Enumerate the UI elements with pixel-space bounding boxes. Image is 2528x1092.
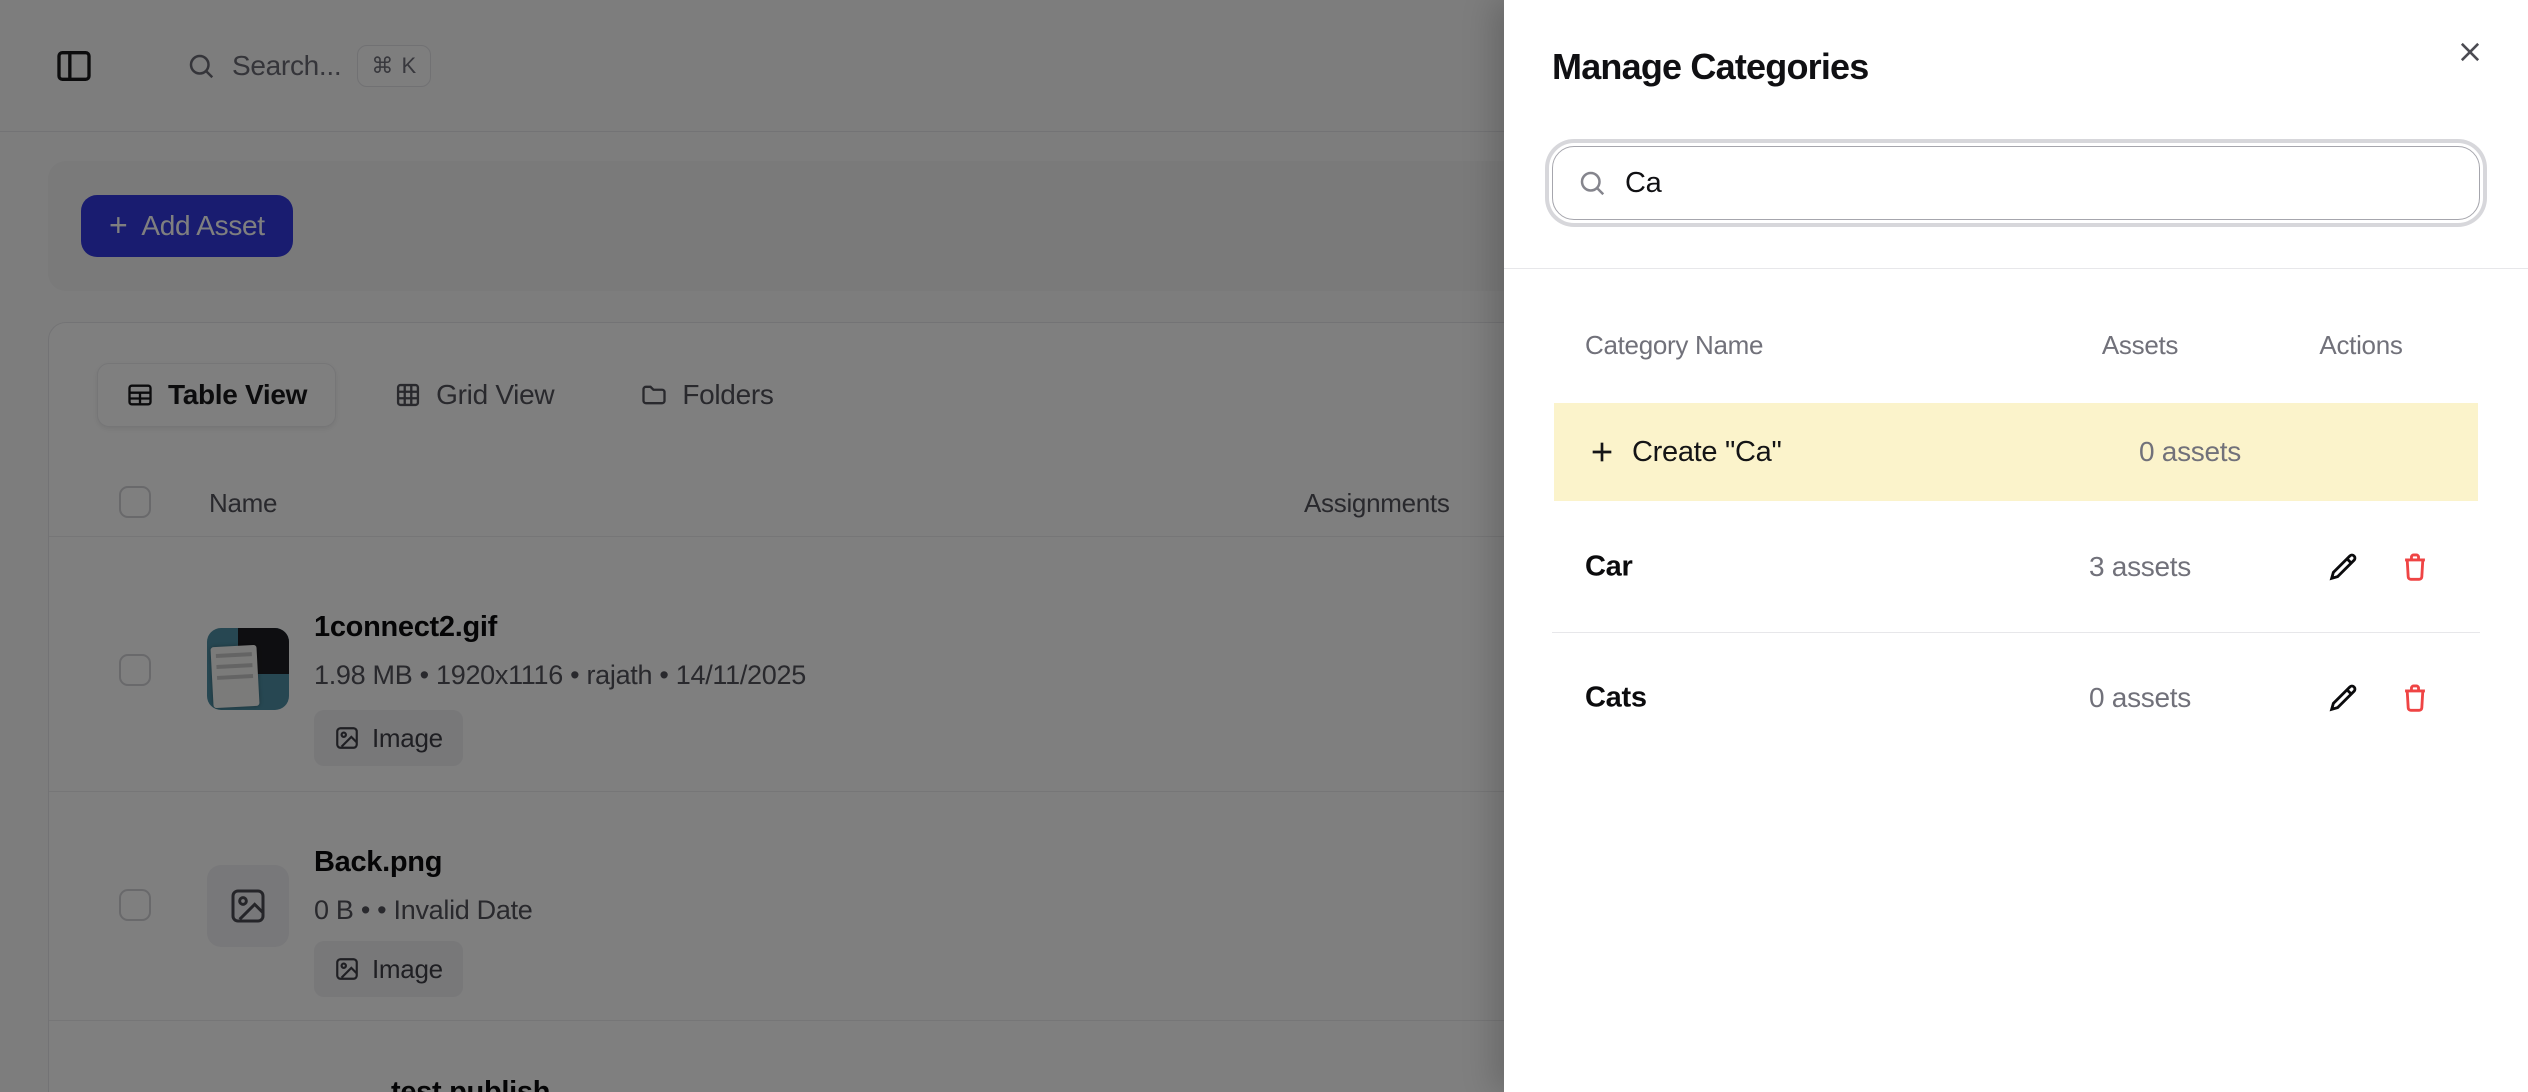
column-actions: Actions — [2281, 330, 2441, 361]
create-category-row[interactable]: Create "Ca" 0 assets — [1554, 403, 2478, 501]
category-name: Car — [1585, 550, 1632, 583]
category-search-box[interactable] — [1552, 146, 2480, 220]
edit-category-button[interactable] — [2319, 674, 2367, 722]
column-category-name: Category Name — [1585, 330, 1763, 361]
category-row: Car 3 assets — [1504, 501, 2528, 632]
trash-icon — [2398, 550, 2432, 584]
category-assets-count: 0 assets — [2060, 682, 2220, 714]
pencil-icon — [2326, 550, 2360, 584]
pencil-icon — [2326, 681, 2360, 715]
search-icon — [1577, 168, 1607, 198]
delete-category-button[interactable] — [2391, 543, 2439, 591]
category-row: Cats 0 assets — [1504, 632, 2528, 763]
delete-category-button[interactable] — [2391, 674, 2439, 722]
edit-category-button[interactable] — [2319, 543, 2367, 591]
create-category-assets: 0 assets — [2110, 436, 2270, 468]
create-category-label: Create "Ca" — [1632, 436, 1781, 469]
column-assets: Assets — [2060, 330, 2220, 361]
close-button[interactable] — [2448, 30, 2492, 74]
category-table-header: Category Name Assets Actions — [1504, 330, 2528, 370]
divider — [1504, 268, 2528, 269]
category-search-input[interactable] — [1625, 167, 2455, 200]
manage-categories-drawer: Manage Categories Category Name Assets A… — [1504, 0, 2528, 1092]
category-assets-count: 3 assets — [2060, 551, 2220, 583]
category-name: Cats — [1585, 681, 1647, 714]
trash-icon — [2398, 681, 2432, 715]
plus-icon — [1586, 436, 1618, 468]
close-icon — [2456, 38, 2484, 66]
drawer-title: Manage Categories — [1552, 46, 1869, 88]
